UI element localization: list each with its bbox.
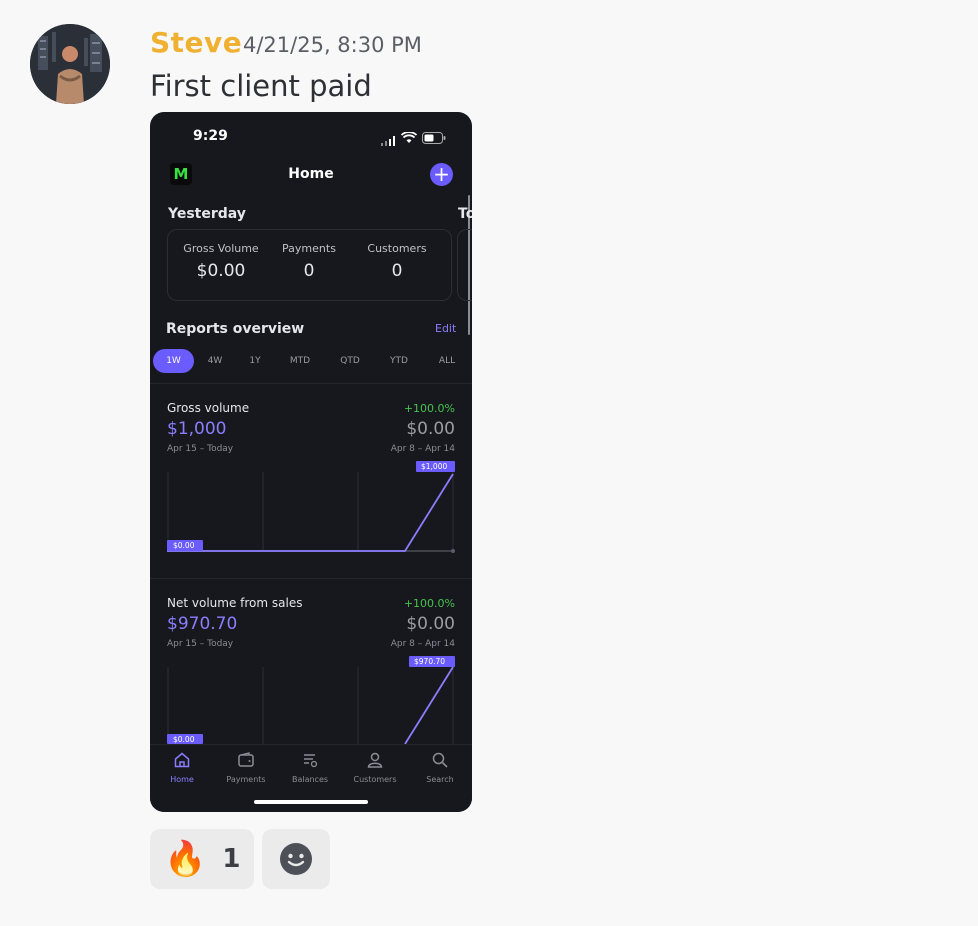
range-pill-mtd[interactable]: MTD <box>280 349 320 373</box>
reaction-count: 1 <box>222 844 241 874</box>
prior-period-end-point <box>451 549 455 553</box>
message-timestamp: 4/21/25, 8:30 PM <box>243 33 422 57</box>
range-pill-1y[interactable]: 1Y <box>237 349 273 373</box>
wifi-icon <box>400 129 418 148</box>
home-indicator <box>254 800 368 804</box>
wallet-icon <box>238 752 254 767</box>
stat-label: Gross Volume <box>183 242 259 255</box>
add-reaction-icon <box>280 843 312 875</box>
end-value-label: $970.70 <box>414 657 445 666</box>
card-title[interactable]: Net volume from sales <box>167 596 302 610</box>
range-pill-1w[interactable]: 1W <box>153 349 194 373</box>
current-period-line <box>404 666 454 744</box>
end-value-label: $1,000 <box>421 462 447 471</box>
tab-label: Customers <box>353 775 397 784</box>
stat-customers: Customers 0 <box>350 242 444 281</box>
current-period-line <box>167 473 454 552</box>
tab-label: Balances <box>291 775 329 784</box>
plus-icon[interactable]: + <box>430 163 453 186</box>
range-pill-qtd[interactable]: QTD <box>330 349 370 373</box>
gross-volume-chart[interactable]: $0.00 $1,000 <box>167 458 455 558</box>
stat-label: Payments <box>282 242 336 255</box>
tab-label: Payments <box>226 775 266 784</box>
stat-gross-volume: Gross Volume $0.00 <box>174 242 268 281</box>
balances-icon <box>304 754 318 768</box>
card-change: +100.0% <box>403 597 455 610</box>
stat-value: 0 <box>303 261 315 281</box>
divider <box>150 383 472 384</box>
screenshot-attachment[interactable]: 9:29 M Home + Yesterday To Gross Volume … <box>150 112 472 812</box>
stat-payments: Payments 0 <box>262 242 356 281</box>
battery-icon <box>422 129 446 148</box>
card-current-range: Apr 15 – Today <box>167 444 234 454</box>
message-author[interactable]: Steve <box>150 26 242 59</box>
stat-value: $0.00 <box>196 261 246 281</box>
card-previous-range: Apr 8 – Apr 14 <box>390 444 455 454</box>
signal-icon <box>381 131 395 150</box>
card-previous-value: $0.00 <box>406 419 455 439</box>
status-time: 9:29 <box>193 128 228 144</box>
fire-icon: 🔥 <box>164 839 207 879</box>
stat-label: Customers <box>367 242 427 255</box>
stat-value: 0 <box>391 261 403 281</box>
net-volume-chart[interactable]: $0.00 $970.70 <box>167 653 455 744</box>
reaction-fire[interactable]: 🔥 1 <box>150 829 254 889</box>
card-change: +100.0% <box>403 402 455 415</box>
page-title: Home <box>288 166 334 182</box>
person-icon <box>367 752 383 768</box>
range-pill-all[interactable]: ALL <box>427 349 467 373</box>
tab-balances[interactable]: Balances <box>278 751 342 784</box>
card-previous-value: $0.00 <box>406 614 455 634</box>
start-value-label: $0.00 <box>173 541 195 550</box>
tab-home[interactable]: Home <box>150 751 214 784</box>
card-title[interactable]: Gross volume <box>167 401 249 415</box>
home-icon <box>174 752 190 768</box>
start-value-label: $0.00 <box>173 735 195 744</box>
add-reaction-button[interactable] <box>262 829 330 889</box>
tab-label: Search <box>426 775 454 784</box>
card-previous-range: Apr 8 – Apr 14 <box>390 639 455 649</box>
stats-card-yesterday[interactable]: Gross Volume $0.00 Payments 0 Customers … <box>167 229 452 301</box>
section-label-yesterday: Yesterday <box>168 206 246 222</box>
reports-title: Reports overview <box>166 321 305 337</box>
search-icon <box>432 752 448 768</box>
tab-payments[interactable]: Payments <box>214 751 278 784</box>
tab-customers[interactable]: Customers <box>343 751 407 784</box>
tab-label: Home <box>170 775 194 784</box>
section-label-today: To <box>458 206 472 222</box>
avatar[interactable] <box>30 24 110 104</box>
range-pill-ytd[interactable]: YTD <box>379 349 419 373</box>
tab-search[interactable]: Search <box>408 751 472 784</box>
divider <box>150 578 472 579</box>
range-pill-4w[interactable]: 4W <box>197 349 233 373</box>
edit-link[interactable]: Edit <box>435 322 456 335</box>
card-current-range: Apr 15 – Today <box>167 639 234 649</box>
stats-card-today[interactable] <box>457 229 472 301</box>
message-text: First client paid <box>150 69 372 103</box>
card-current-value: $1,000 <box>167 419 227 439</box>
card-current-value: $970.70 <box>167 614 238 634</box>
